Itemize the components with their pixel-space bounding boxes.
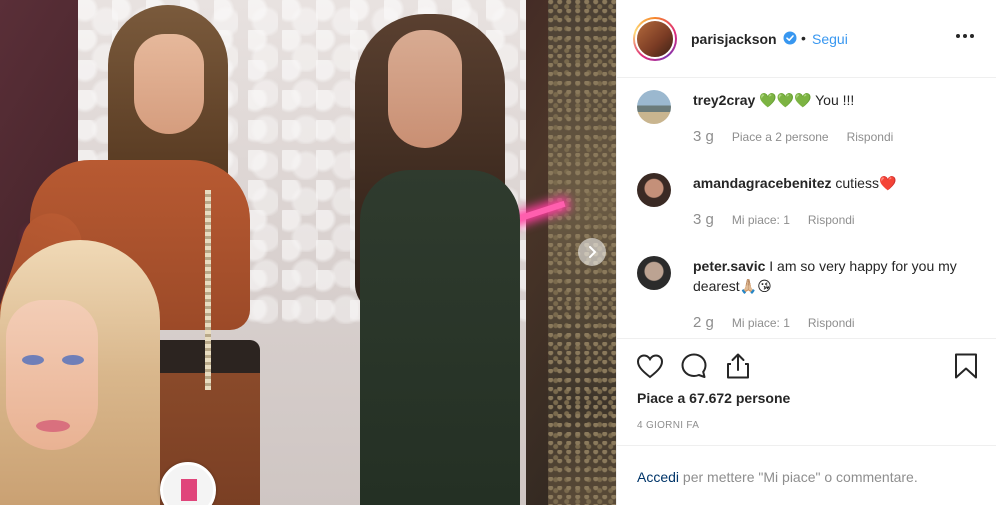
bookmark-icon[interactable] [951,351,981,381]
cutout-eye [22,355,44,365]
login-prompt: Accedi per mettere "Mi piace" o commenta… [617,445,996,505]
post-header: parisjackson • Segui [617,0,996,78]
post-sidebar: parisjackson • Segui trey2cray 💚💚💚 You !… [616,0,996,505]
comment-text: 💚💚💚 You !!! [759,92,855,108]
comment-text: cutiess❤️ [835,175,897,191]
next-photo-button[interactable] [578,238,606,266]
avatar[interactable] [637,90,671,124]
cutout-eye [62,355,84,365]
comment-likes[interactable]: Mi piace: 1 [732,213,790,227]
man-shirt [360,170,520,505]
reply-button[interactable]: Rispondi [808,213,855,227]
separator-dot: • [801,30,806,46]
post-timestamp[interactable]: 4 GIORNI FA [637,420,699,431]
avatar[interactable] [637,173,671,207]
reply-button[interactable]: Rispondi [847,130,894,144]
comment-icon[interactable] [679,351,709,381]
cutout-lips [36,420,70,432]
woman-face [134,34,204,134]
share-icon[interactable] [723,351,753,381]
comment-time: 3 g [693,128,714,145]
comment-likes[interactable]: Mi piace: 1 [732,316,790,330]
avatar[interactable] [637,256,671,290]
man-face [388,30,462,148]
heart-icon[interactable] [635,351,665,381]
comment-time: 3 g [693,211,714,228]
comment-likes[interactable]: Piace a 2 persone [732,130,829,144]
chevron-right-icon [589,246,597,258]
verified-badge-icon [783,31,797,45]
avatar[interactable] [633,17,677,61]
bead-necklace [205,190,211,390]
author-username[interactable]: parisjackson [691,31,777,47]
login-link[interactable]: Accedi [637,469,679,485]
reply-button[interactable]: Rispondi [808,316,855,330]
comment-time: 2 g [693,314,714,331]
comment-username[interactable]: peter.savic [693,258,765,274]
action-bar [617,338,996,394]
post-photo[interactable] [0,0,616,505]
more-options-icon[interactable] [951,26,979,46]
login-prompt-text: per mettere "Mi piace" o commentare. [679,469,918,485]
comment-username[interactable]: amandagracebenitez [693,175,832,191]
comment-username[interactable]: trey2cray [693,92,755,108]
likes-count[interactable]: Piace a 67.672 persone [637,390,790,406]
follow-button[interactable]: Segui [812,31,848,47]
